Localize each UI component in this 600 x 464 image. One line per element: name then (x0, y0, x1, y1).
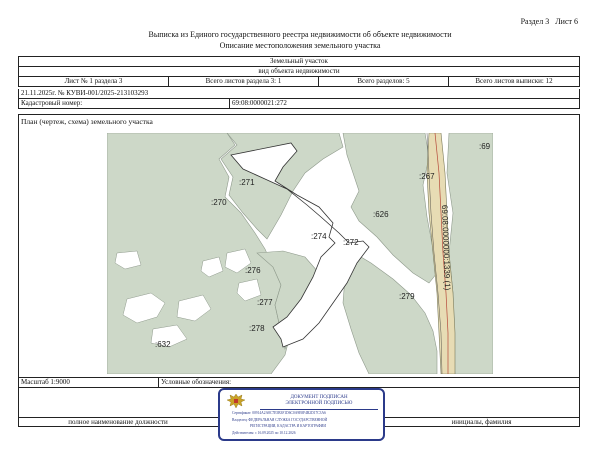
document-subtitle: Описание местоположения земельного участ… (219, 41, 381, 50)
document-number-row: 21.11.2025г. № КУВИ-001/2025-213103293 (18, 89, 580, 98)
parcel-label: :274 (311, 232, 327, 241)
parcel-label: :626 (373, 210, 389, 219)
stamp-owner: Владелец: ФЕДЕРАЛЬНАЯ СЛУЖБА ГОСУДАРСТВЕ… (232, 418, 328, 422)
legend-row: Условные обозначения: (158, 378, 580, 387)
stamp-owner-line2: РЕГИСТРАЦИИ, КАДАСТРА И КАРТОГРАФИИ (250, 424, 326, 428)
parcel-label: :279 (399, 292, 415, 301)
document-number: 21.11.2025г. № КУВИ-001/2025-213103293 (21, 89, 149, 97)
cadastral-map: :271 :270 :274 :272 :276 :277 :278 :632 … (107, 133, 493, 374)
sheet-number: Лист 6 (555, 17, 578, 26)
document-title: Выписка из Единого государственного реес… (148, 30, 452, 39)
stamp-title-line2: ЭЛЕКТРОННОЙ ПОДПИСЬЮ (285, 401, 353, 406)
total-sections-cell: Всего разделов: 5 (318, 76, 449, 87)
stamp-divider (260, 409, 378, 410)
legend-label: Условные обозначения: (161, 378, 232, 386)
parcel-label: :272 (343, 238, 359, 247)
cadastral-label: Кадастровый номер: (18, 98, 230, 109)
object-type: Земельный участок (18, 56, 580, 67)
coat-of-arms-icon (226, 393, 246, 409)
section-sheets-cell: Всего листов раздела 3: 1 (168, 76, 319, 87)
scale-label: Масштаб 1:9000 (21, 378, 70, 386)
parcel-label: :276 (245, 266, 261, 275)
object-kind-caption: вид объекта недвижимости (18, 66, 580, 77)
footer-right-border (579, 387, 580, 427)
sheet-header: Раздел 3 Лист 6 (521, 17, 578, 26)
parcel-label: :278 (249, 324, 265, 333)
scale-row: Масштаб 1:9000 (18, 378, 158, 387)
sheet-no-cell: Лист № 1 раздела 3 (18, 76, 169, 87)
electronic-signature-stamp: ДОКУМЕНТ ПОДПИСАН ЭЛЕКТРОННОЙ ПОДПИСЬЮ С… (218, 388, 385, 441)
stamp-valid: Действителен: с 16.09.2025 по 10.12.2026 (232, 431, 296, 435)
name-caption: инициалы, фамилия (451, 418, 512, 426)
parcel-label: :267 (419, 172, 435, 181)
stamp-certificate: Сертификат: 00914A2A8C7E5B3F1D6C0A9E8F4B… (232, 411, 326, 415)
total-sheets-cell: Всего листов выписки: 12 (448, 76, 580, 87)
cadastral-number: 69:08:0000021:272 (229, 98, 580, 109)
parcel-label: :277 (257, 298, 273, 307)
position-caption: полное наименование должности (68, 418, 168, 426)
parcel-label: :270 (211, 198, 227, 207)
section-number: Раздел 3 (520, 17, 550, 26)
parcel-label: :632 (155, 340, 171, 349)
parcel-label: :69 (479, 142, 491, 151)
parcel-label: :271 (239, 178, 255, 187)
stamp-title: ДОКУМЕНТ ПОДПИСАН ЭЛЕКТРОННОЙ ПОДПИСЬЮ (260, 395, 378, 407)
cadastral-table: Кадастровый номер: 69:08:0000021:272 (18, 98, 580, 109)
plan-caption: План (чертеж, схема) земельного участка (21, 117, 153, 126)
header-table: Земельный участок вид объекта недвижимос… (18, 56, 580, 87)
